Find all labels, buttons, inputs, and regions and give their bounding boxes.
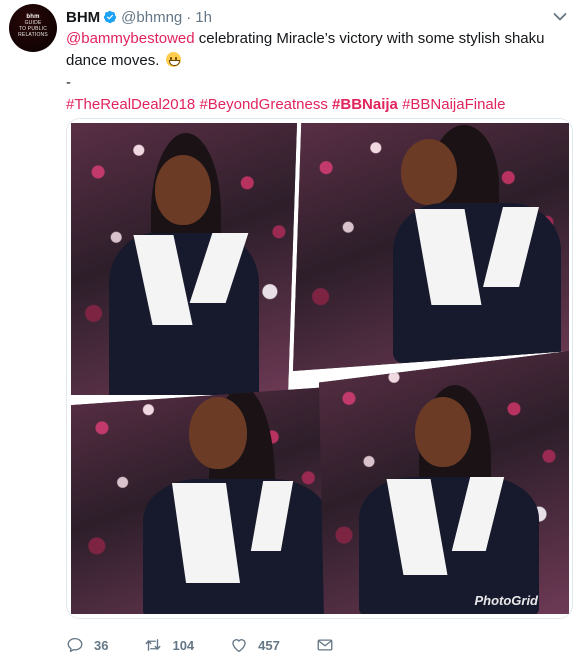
envelope-icon bbox=[317, 639, 333, 651]
author-display-name[interactable]: BHM bbox=[66, 9, 100, 26]
reply-count: 36 bbox=[94, 637, 109, 653]
collage-tile bbox=[293, 123, 569, 371]
direct-message-button[interactable] bbox=[316, 636, 344, 654]
mention-link[interactable]: @bammybestowed bbox=[66, 30, 195, 47]
grinning-face-icon bbox=[165, 52, 181, 67]
hashtag-link[interactable]: #BeyondGreatness bbox=[199, 96, 327, 113]
heart-icon bbox=[232, 639, 246, 653]
tweet[interactable]: bhm GUIDE TO PUBLIC RELATIONS BHM @bhmng… bbox=[0, 0, 583, 658]
tweet-actions: 36 104 457 bbox=[66, 634, 380, 656]
retweet-icon bbox=[146, 639, 161, 651]
like-button[interactable]: 457 bbox=[230, 636, 280, 654]
photo-collage: PhotoGrid bbox=[67, 119, 572, 618]
tweet-timestamp[interactable]: 1h bbox=[195, 9, 212, 26]
hashtag-link[interactable]: #TheRealDeal2018 bbox=[66, 96, 195, 113]
tweet-header: BHM @bhmng · 1h bbox=[66, 7, 212, 27]
text-dash: - bbox=[66, 74, 71, 91]
chevron-down-icon[interactable] bbox=[553, 12, 567, 22]
collage-tile bbox=[319, 351, 569, 614]
collage-tile bbox=[71, 387, 329, 614]
retweet-count: 104 bbox=[172, 637, 195, 653]
verified-badge-icon bbox=[104, 10, 117, 24]
hashtag-link[interactable]: #BBNaija bbox=[332, 96, 398, 113]
tweet-photo[interactable]: PhotoGrid bbox=[66, 118, 573, 619]
tweet-text: @bammybestowed celebrating Miracle’s vic… bbox=[66, 28, 556, 116]
like-count: 457 bbox=[258, 637, 280, 653]
header-separator: · bbox=[186, 8, 192, 26]
reply-button[interactable]: 36 bbox=[66, 636, 108, 654]
avatar-logo: bhm GUIDE TO PUBLIC RELATIONS bbox=[18, 14, 48, 38]
retweet-button[interactable]: 104 bbox=[144, 636, 194, 654]
photo-watermark: PhotoGrid bbox=[474, 593, 538, 608]
hashtag-link[interactable]: #BBNaijaFinale bbox=[402, 96, 505, 113]
author-handle[interactable]: @bhmng bbox=[121, 9, 182, 26]
reply-icon bbox=[67, 637, 83, 653]
collage-tile bbox=[71, 123, 297, 395]
avatar[interactable]: bhm GUIDE TO PUBLIC RELATIONS bbox=[9, 4, 57, 52]
